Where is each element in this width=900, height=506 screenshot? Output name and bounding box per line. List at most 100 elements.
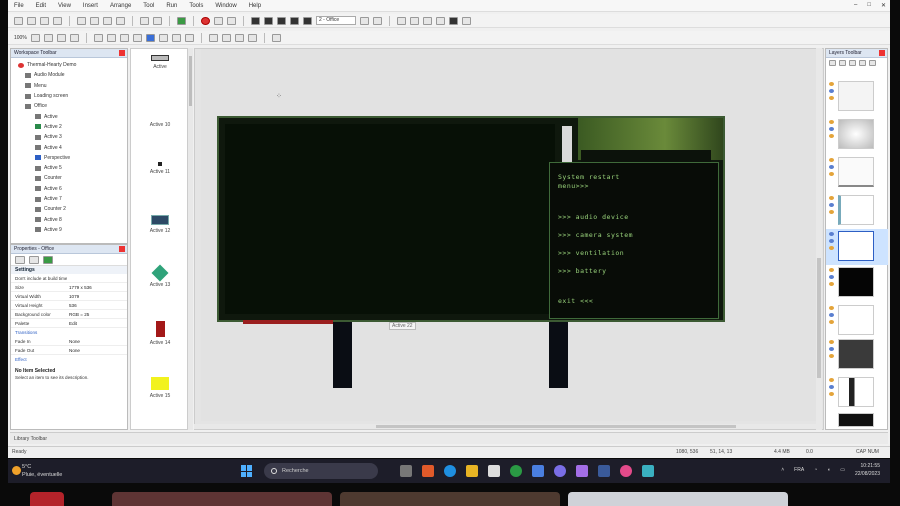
menu-window[interactable]: Window xyxy=(215,3,236,9)
menu-edit[interactable]: Edit xyxy=(36,3,46,9)
property-row[interactable]: Virtual Width 1079 xyxy=(11,292,127,301)
object-item[interactable]: Active xyxy=(135,55,185,70)
layer-options-icon[interactable] xyxy=(869,60,876,66)
select-icon[interactable] xyxy=(145,33,155,42)
steam-icon[interactable] xyxy=(598,465,610,477)
grid-toggle-icon[interactable] xyxy=(56,33,66,42)
terminal-option-ventilation[interactable]: >>> ventilation xyxy=(558,249,624,257)
align-right-icon[interactable] xyxy=(234,33,244,42)
tree-item[interactable]: Counter xyxy=(15,173,123,183)
zoom-dropdown-icon[interactable] xyxy=(30,33,40,42)
app-icon[interactable] xyxy=(620,465,632,477)
window-preview[interactable] xyxy=(340,492,560,506)
layer-item[interactable] xyxy=(826,265,888,301)
tree-item[interactable]: Menu xyxy=(15,81,123,91)
layer-visibility-toggles[interactable] xyxy=(829,232,834,262)
edge-browser-icon[interactable] xyxy=(444,465,456,477)
pen-icon[interactable] xyxy=(158,33,168,42)
runtime-tab-icon[interactable] xyxy=(29,256,39,264)
distribute-icon[interactable] xyxy=(247,33,257,42)
object-item[interactable]: Active 12 xyxy=(135,215,185,234)
layer-visibility-toggles[interactable] xyxy=(829,82,834,112)
text-tool-icon[interactable] xyxy=(171,33,181,42)
tree-item[interactable]: Active 2 xyxy=(15,122,123,132)
tree-item[interactable]: Counter 2 xyxy=(15,204,123,214)
layer-item[interactable] xyxy=(826,375,888,411)
office-backdrop[interactable] xyxy=(225,124,555,314)
taskbar-search[interactable]: Recherche xyxy=(264,463,378,479)
save-icon[interactable] xyxy=(40,16,49,25)
scrollbar-thumb[interactable] xyxy=(189,56,192,106)
tree-item[interactable]: Active 3 xyxy=(15,132,123,142)
run-frame-icon[interactable] xyxy=(214,16,223,25)
layer-visibility-toggles[interactable] xyxy=(829,196,834,226)
chevron-up-icon[interactable]: ˄ xyxy=(781,466,784,474)
layer-item-selected[interactable] xyxy=(826,229,888,265)
scrollbar-thumb[interactable] xyxy=(817,258,821,378)
property-value[interactable]: 536 xyxy=(67,301,127,309)
property-value[interactable]: None xyxy=(67,337,127,345)
shape-tool-icon[interactable] xyxy=(184,33,194,42)
next-frame-icon[interactable] xyxy=(373,16,382,25)
object-item[interactable]: Active 13 xyxy=(135,264,185,288)
office-app-icon[interactable] xyxy=(422,465,434,477)
align-left-icon[interactable] xyxy=(208,33,218,42)
scrollbar-thumb[interactable] xyxy=(376,425,736,428)
layer-visibility-toggles[interactable] xyxy=(829,158,834,188)
app-icon[interactable] xyxy=(532,465,544,477)
open-icon[interactable] xyxy=(27,16,36,25)
app-icon[interactable] xyxy=(642,465,654,477)
display-tab-icon[interactable] xyxy=(43,256,53,264)
object-item[interactable]: Active 15 xyxy=(135,377,185,399)
tree-item[interactable]: Active 6 xyxy=(15,184,123,194)
save-all-icon[interactable] xyxy=(53,16,62,25)
build-icon[interactable] xyxy=(177,16,186,25)
menu-run[interactable]: Run xyxy=(166,3,177,9)
delete-layer-icon[interactable] xyxy=(839,60,846,66)
align-center-icon[interactable] xyxy=(221,33,231,42)
property-row[interactable]: Fade Out None xyxy=(11,346,127,355)
delete-icon[interactable] xyxy=(116,16,125,25)
windows-start-icon[interactable] xyxy=(241,465,253,477)
copy-icon[interactable] xyxy=(90,16,99,25)
menu-view[interactable]: View xyxy=(58,3,71,9)
property-value[interactable]: Edit xyxy=(67,319,127,327)
property-value[interactable]: 1779 x 536 xyxy=(67,283,127,291)
canvas-vertical-scrollbar[interactable] xyxy=(816,48,822,430)
align-icon[interactable] xyxy=(69,33,79,42)
grid-icon[interactable] xyxy=(251,16,260,25)
add-layer-icon[interactable] xyxy=(829,60,836,66)
tree-item[interactable]: Active xyxy=(15,111,123,121)
layer-item[interactable] xyxy=(826,117,888,153)
redo-icon[interactable] xyxy=(153,16,162,25)
property-value[interactable]: RGB = 25 xyxy=(67,310,127,318)
layer-visibility-toggles[interactable] xyxy=(829,120,834,150)
property-value[interactable] xyxy=(67,274,127,282)
menu-arrange[interactable]: Arrange xyxy=(110,3,131,9)
tree-item[interactable]: Thermal-Hearty Demo xyxy=(15,60,123,70)
zoom-level[interactable]: 100% xyxy=(14,35,27,41)
menu-insert[interactable]: Insert xyxy=(83,3,98,9)
clickteam-fusion-icon[interactable] xyxy=(576,465,588,477)
system-tray[interactable]: ˄ FRA ◔ ◖ ▭ 10:21:55 22/08/2023 xyxy=(781,462,880,478)
tree-item[interactable]: Audio Module xyxy=(15,70,123,80)
canvas-horizontal-scrollbar[interactable] xyxy=(194,424,816,429)
window-preview[interactable] xyxy=(568,492,788,506)
crop-icon[interactable] xyxy=(271,33,281,42)
layer-up-icon[interactable] xyxy=(93,33,103,42)
language-indicator[interactable]: FRA xyxy=(794,466,804,474)
task-view-icon[interactable] xyxy=(400,465,412,477)
chrome-icon[interactable] xyxy=(510,465,522,477)
object-item[interactable]: Active 10 xyxy=(135,111,185,128)
layer-up-icon[interactable] xyxy=(849,60,856,66)
tree-item[interactable]: Active 8 xyxy=(15,214,123,224)
store-icon[interactable] xyxy=(488,465,500,477)
desk-leg-left[interactable] xyxy=(333,322,352,388)
property-row[interactable]: Virtual Height 536 xyxy=(11,301,127,310)
layer-visibility-toggles[interactable] xyxy=(829,378,834,408)
layer-visibility-toggles[interactable] xyxy=(829,268,834,298)
property-value[interactable]: 1079 xyxy=(67,292,127,300)
event-list-icon[interactable] xyxy=(303,16,312,25)
library-toolbar-label[interactable]: Library Toolbar xyxy=(14,436,47,442)
layer-item[interactable] xyxy=(826,155,888,191)
